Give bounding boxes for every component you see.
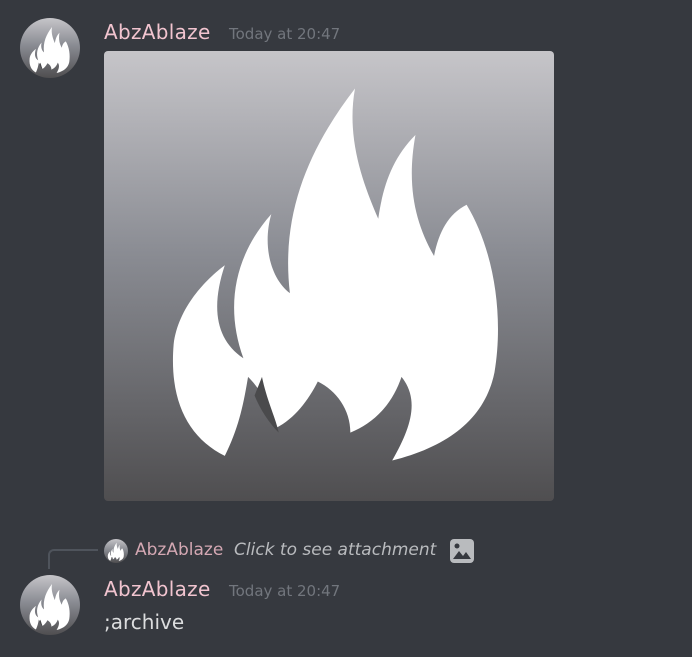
flame-logo-icon	[20, 575, 80, 635]
flame-logo-icon	[20, 18, 80, 78]
reply-author[interactable]: AbzAblaze	[135, 540, 223, 560]
message-timestamp[interactable]: Today at 20:47	[229, 25, 340, 43]
message-timestamp[interactable]: Today at 20:47	[229, 582, 340, 600]
flame-logo-icon	[104, 539, 128, 563]
message-author[interactable]: AbzAblaze	[104, 577, 211, 601]
avatar[interactable]	[20, 18, 80, 78]
message-author[interactable]: AbzAblaze	[104, 20, 211, 44]
image-attachment[interactable]	[104, 51, 554, 501]
message-content: ;archive	[104, 610, 185, 634]
chat-area: AbzAblaze Today at 20:47 AbzAblaze Click…	[0, 0, 692, 657]
flame-logo-icon	[104, 51, 554, 501]
reply-avatar[interactable]	[104, 539, 128, 563]
image-icon[interactable]	[449, 538, 475, 564]
reply-preview-text[interactable]: Click to see attachment	[234, 540, 436, 560]
reply-connector	[48, 549, 98, 569]
avatar[interactable]	[20, 575, 80, 635]
